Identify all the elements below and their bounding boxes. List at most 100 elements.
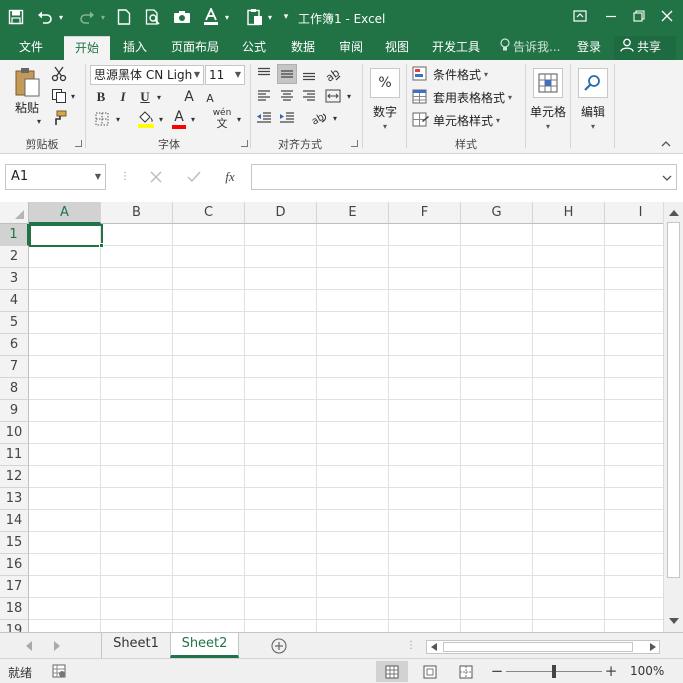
name-box-dropdown-icon[interactable]: ▼ [95,165,101,189]
editing-button[interactable]: 编辑 ▾ [573,64,613,134]
close-icon[interactable] [653,4,681,28]
increase-indent-icon[interactable] [277,108,297,128]
row-header-17[interactable]: 17 [0,576,29,598]
scroll-right-icon[interactable] [646,641,659,653]
print-preview-icon[interactable] [141,5,165,29]
conditional-formatting-button[interactable]: 条件格式 ▾ [412,64,522,84]
font-color-dropdown-icon[interactable]: ▾ [188,112,198,126]
new-sheet-icon[interactable] [270,637,288,655]
fill-color-icon[interactable] [136,108,156,130]
italic-button[interactable]: I [114,88,132,106]
column-header-h[interactable]: H [533,202,605,224]
column-header-g[interactable]: G [461,202,533,224]
column-header-a[interactable]: A [29,202,101,224]
font-name-combo[interactable]: 思源黑体 CN Ligh ▼ [90,65,204,85]
scroll-up-icon[interactable] [664,206,683,220]
redo-icon[interactable] [76,5,98,29]
paste-button[interactable]: 粘贴 [8,64,46,118]
tab-formulas[interactable]: 公式 [233,36,275,60]
macro-recording-icon[interactable] [50,663,68,679]
row-header-8[interactable]: 8 [0,378,29,400]
copy-icon[interactable] [48,86,70,106]
customize-qat-icon[interactable]: ▾ [280,5,292,29]
wrap-text-icon[interactable]: ab [308,108,330,128]
vertical-scrollbar[interactable] [663,202,683,632]
scroll-left-icon[interactable] [427,641,440,653]
orientation-icon[interactable]: ab [322,64,344,84]
zoom-in-icon[interactable]: + [604,662,618,680]
ribbon-display-options-icon[interactable] [566,4,594,28]
wrap-dropdown-icon[interactable]: ▾ [330,112,340,124]
column-header-e[interactable]: E [317,202,389,224]
font-size-dropdown-icon[interactable]: ▼ [235,66,241,84]
tab-review[interactable]: 审阅 [330,36,372,60]
bold-button[interactable]: B [92,88,110,106]
row-header-9[interactable]: 9 [0,400,29,422]
column-header-i[interactable]: I [605,202,663,224]
restore-icon[interactable] [625,4,653,28]
font-color-dropdown-icon[interactable]: ▾ [222,5,232,29]
alignment-launcher-icon[interactable] [351,140,358,147]
redo-dropdown-icon[interactable]: ▾ [98,5,108,29]
row-header-3[interactable]: 3 [0,268,29,290]
column-header-f[interactable]: F [389,202,461,224]
row-header-11[interactable]: 11 [0,444,29,466]
font-color-quick-icon[interactable] [199,5,223,29]
font-name-dropdown-icon[interactable]: ▼ [194,66,200,84]
font-color-button[interactable]: A [170,108,188,130]
row-header-16[interactable]: 16 [0,554,29,576]
borders-icon[interactable] [92,110,112,128]
zoom-level[interactable]: 100% [630,664,664,678]
page-break-view-icon[interactable] [450,661,482,682]
fill-color-dropdown-icon[interactable]: ▾ [156,112,166,126]
tab-file[interactable]: 文件 [8,36,54,60]
align-middle-icon[interactable] [277,64,297,84]
align-top-icon[interactable] [254,64,274,84]
name-box[interactable]: A1 ▼ [5,164,106,190]
phonetic-guide-button[interactable]: wén 文 [210,108,234,130]
align-center-icon[interactable] [277,86,297,106]
row-header-19[interactable]: 19 [0,620,29,632]
worksheet-grid[interactable]: ABCDEFGHI 1 2 3 4 5 6 7 8 9 10 11 12 13 14 15 16 17 18 19 [0,202,663,632]
row-header-18[interactable]: 18 [0,598,29,620]
decrease-indent-icon[interactable] [254,108,274,128]
underline-button[interactable]: U [136,88,154,106]
row-header-1[interactable]: 1 [0,224,29,246]
tab-data[interactable]: 数据 [282,36,324,60]
row-header-10[interactable]: 10 [0,422,29,444]
tab-home[interactable]: 开始 [64,36,110,60]
new-file-icon[interactable] [112,5,136,29]
sheet-tab-sheet1[interactable]: Sheet1 [101,633,170,658]
page-layout-view-icon[interactable] [414,661,446,682]
zoom-slider-thumb[interactable] [552,665,556,678]
scroll-down-icon[interactable] [664,614,683,628]
paste-dropdown-icon[interactable]: ▾ [33,116,45,126]
cells-button[interactable]: 单元格 ▾ [528,64,568,134]
tab-insert[interactable]: 插入 [114,36,156,60]
row-header-6[interactable]: 6 [0,334,29,356]
tell-me-search[interactable]: 告诉我... [500,36,560,60]
fill-handle[interactable] [99,243,104,248]
tab-view[interactable]: 视图 [376,36,418,60]
align-bottom-icon[interactable] [299,64,319,84]
tab-split-grip-icon[interactable]: ⋮ [406,639,416,653]
font-size-combo[interactable]: 11 ▼ [205,65,245,85]
expand-formula-bar-icon[interactable] [662,171,672,185]
scroll-tabs-right-icon[interactable] [50,639,64,653]
column-header-b[interactable]: B [101,202,173,224]
format-painter-icon[interactable] [48,108,70,128]
select-all-corner[interactable] [0,202,29,224]
row-header-13[interactable]: 13 [0,488,29,510]
merge-dropdown-icon[interactable]: ▾ [344,90,354,102]
paste-quick-icon[interactable] [243,5,267,29]
paste-dropdown-icon[interactable]: ▾ [265,5,275,29]
insert-function-button[interactable]: fx [218,166,242,188]
scroll-tabs-left-icon[interactable] [22,639,36,653]
vertical-scroll-thumb[interactable] [667,222,680,578]
align-right-icon[interactable] [299,86,319,106]
share-button[interactable]: 共享 [614,36,676,60]
sign-in-link[interactable]: 登录 [577,36,601,60]
merge-center-icon[interactable] [322,86,344,106]
column-header-c[interactable]: C [173,202,245,224]
tab-developer[interactable]: 开发工具 [424,36,488,60]
